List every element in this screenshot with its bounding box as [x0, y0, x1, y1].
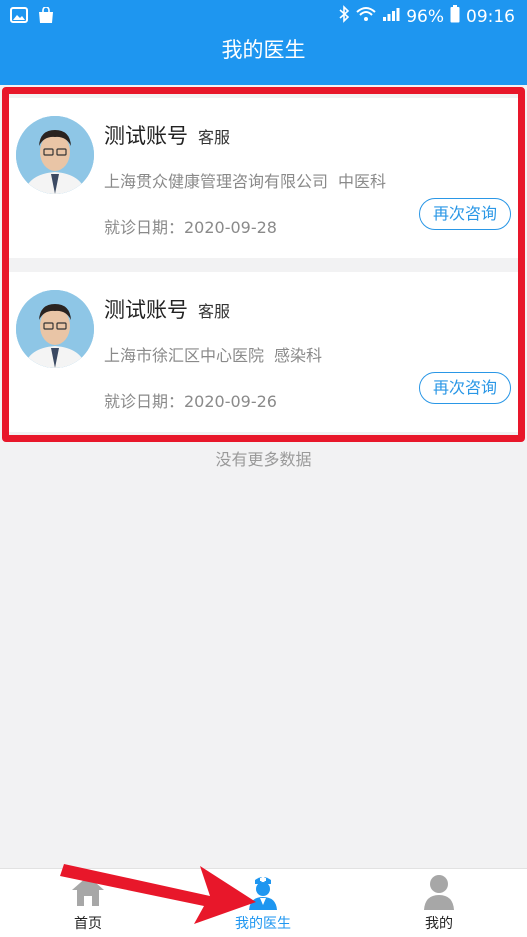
home-icon: [70, 874, 106, 912]
doctor-card[interactable]: 测试账号 客服 上海市徐汇区中心医院 感染科 就诊日期：2020-09-26 再次…: [8, 272, 519, 432]
doctor-avatar: [16, 290, 94, 368]
hospital-name: 上海市徐汇区中心医院: [104, 346, 265, 365]
tab-label: 我的: [425, 916, 453, 932]
hospital-name: 上海贯众健康管理咨询有限公司: [104, 172, 329, 191]
doctor-role: 客服: [198, 128, 231, 147]
tab-label: 首页: [74, 916, 102, 932]
department-name: 中医科: [338, 172, 387, 191]
nurse-icon: [248, 874, 278, 914]
no-more-data-text: 没有更多数据: [215, 450, 312, 469]
wifi-icon: [356, 6, 376, 27]
signal-icon: [382, 6, 400, 27]
tab-my-doctor[interactable]: 我的医生: [203, 869, 323, 937]
consult-again-button[interactable]: 再次咨询: [419, 198, 511, 230]
tab-home[interactable]: 首页: [28, 869, 148, 937]
doctor-hospital: 上海贯众健康管理咨询有限公司 中医科: [104, 168, 386, 192]
tab-label: 我的医生: [235, 916, 291, 932]
doctor-avatar: [16, 116, 94, 194]
shopping-bag-icon: [38, 6, 54, 28]
doctor-card[interactable]: 测试账号 客服 上海贯众健康管理咨询有限公司 中医科 就诊日期：2020-09-2…: [8, 98, 519, 258]
battery-icon: [450, 5, 460, 28]
bluetooth-icon: [338, 5, 350, 28]
doctor-name: 测试账号: [104, 124, 188, 148]
consult-again-button[interactable]: 再次咨询: [419, 372, 511, 404]
doctor-hospital: 上海市徐汇区中心医院 感染科: [104, 342, 322, 366]
page-title: 我的医生: [221, 38, 306, 62]
battery-percent: 96%: [406, 6, 444, 27]
gallery-icon: [10, 7, 28, 28]
visit-date: 就诊日期：2020-09-26: [104, 392, 277, 411]
status-bar: 96% 09:16: [0, 0, 527, 34]
department-name: 感染科: [274, 346, 323, 365]
tab-me[interactable]: 我的: [379, 869, 499, 937]
doctor-role: 客服: [198, 302, 231, 321]
clock: 09:16: [466, 6, 515, 27]
user-icon: [423, 874, 455, 914]
app-header: 96% 09:16 我的医生: [0, 0, 527, 85]
bottom-tab-bar: 首页 我的医生 我的: [0, 868, 527, 937]
doctor-name: 测试账号: [104, 298, 188, 322]
visit-date: 就诊日期：2020-09-28: [104, 218, 277, 237]
